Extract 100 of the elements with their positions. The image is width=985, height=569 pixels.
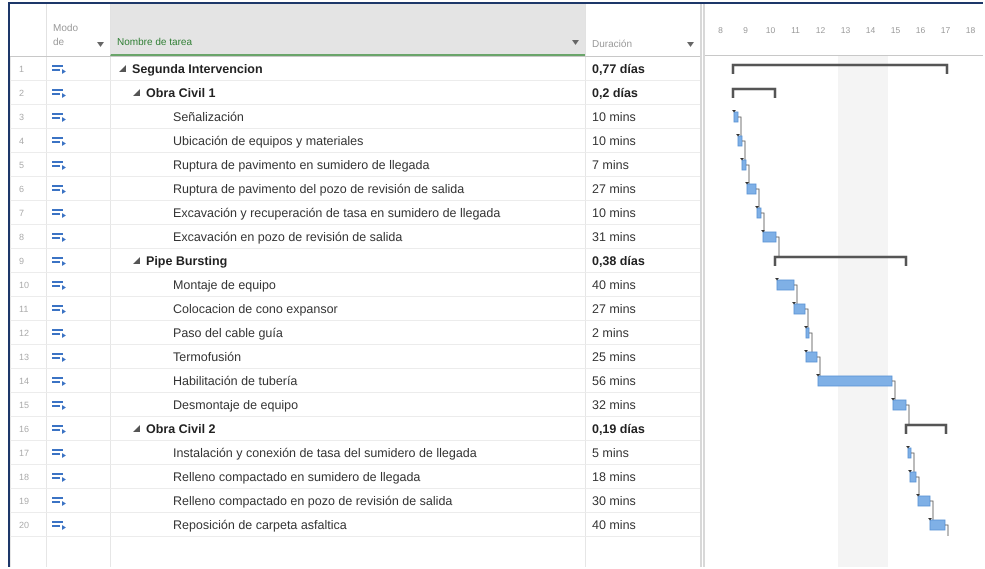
duration-cell: 7 mins [585,153,700,177]
row-number: 10 [10,273,46,297]
task-mode-icon [52,424,67,434]
dropdown-icon[interactable] [97,42,104,47]
row-number: 8 [10,225,46,249]
task-name: Habilitación de tubería [173,374,298,388]
task-name: Relleno compactado en sumidero de llegada [173,470,420,484]
duration-cell: 0,2 días [585,81,700,105]
duration-cell: 40 mins [585,513,700,537]
task-mode-icon [52,184,67,194]
task-mode-icon [52,280,67,290]
collapse-icon[interactable] [133,257,140,264]
task-mode-icon [52,328,67,338]
task-name: Segunda Intervencion [132,62,263,76]
row-number: 12 [10,321,46,345]
task-mode-icon [52,64,67,74]
task-name: Instalación y conexión de tasa del sumidero de llegada [173,446,477,460]
task-name: Reposición de carpeta asfaltica [173,518,347,532]
column-header[interactable]: Duración [585,4,700,56]
row-number: 1 [10,57,46,81]
row-number: 2 [10,81,46,105]
duration-cell: 5 mins [585,441,700,465]
task-mode-icon [52,256,67,266]
duration-cell: 0,38 días [585,249,700,273]
duration-cell: 10 mins [585,129,700,153]
task-mode-icon [52,496,67,506]
task-name: Excavación en pozo de revisión de salida [173,230,402,244]
row-number: 11 [10,297,46,321]
task-name: Ruptura de pavimento del pozo de revisión de salida [173,182,464,196]
duration-cell: 0,77 días [585,57,700,81]
task-mode-icon [52,352,67,362]
row-number: 16 [10,417,46,441]
row-number: 15 [10,393,46,417]
hour-label: 17 [940,24,952,34]
task-mode-icon [52,136,67,146]
row-number: 9 [10,249,46,273]
task-name: Termofusión [173,350,242,364]
dropdown-icon[interactable] [572,40,579,45]
task-name: Ruptura de pavimento en sumidero de llegada [173,158,430,172]
task-name: Colocacion de cono expansor [173,302,338,316]
task-name: Montaje de equipo [173,278,276,292]
hour-label: 12 [814,24,826,34]
collapse-icon[interactable] [133,89,140,96]
task-name: Señalización [173,110,244,124]
task-name: Ubicación de equipos y materiales [173,134,364,148]
row-number: 6 [10,177,46,201]
task-name: Paso del cable guía [173,326,283,340]
duration-cell: 18 mins [585,465,700,489]
duration-cell: 10 mins [585,105,700,129]
task-mode-icon [52,472,67,482]
task-mode-icon [52,304,67,314]
row-number: 18 [10,465,46,489]
column-header[interactable]: Nombre de tarea [110,4,585,56]
hour-label: 11 [790,24,801,34]
task-name: Obra Civil 1 [146,86,216,100]
hour-label: 10 [764,24,776,34]
duration-cell: 56 mins [585,369,700,393]
hour-label: 18 [964,24,976,34]
task-mode-icon [52,520,67,530]
task-mode-icon [52,160,67,170]
dropdown-icon[interactable] [687,42,694,47]
row-number: 3 [10,105,46,129]
row-number: 14 [10,369,46,393]
task-name: Relleno compactado en pozo de revisión de salida [173,494,452,508]
row-number: 17 [10,441,46,465]
hour-label: 13 [840,24,852,34]
task-name: Excavación y recuperación de tasa en sumidero de llegada [173,206,500,220]
task-name: Desmontaje de equipo [173,398,298,412]
task-mode-icon [52,88,67,98]
duration-cell: 40 mins [585,273,700,297]
duration-cell: 31 mins [585,225,700,249]
hour-label: 9 [742,24,749,34]
task-name: Obra Civil 2 [146,422,216,436]
task-name: Pipe Bursting [146,254,228,268]
task-mode-icon [52,400,67,410]
task-mode-icon [52,448,67,458]
duration-cell: 25 mins [585,345,700,369]
task-mode-icon [52,112,67,122]
row-number: 7 [10,201,46,225]
hour-label: 16 [914,24,926,34]
row-number: 13 [10,345,46,369]
collapse-icon[interactable] [119,65,126,72]
duration-cell: 30 mins [585,489,700,513]
duration-cell: 0,19 días [585,417,700,441]
duration-cell: 32 mins [585,393,700,417]
hour-label: 8 [717,24,724,34]
task-mode-icon [52,232,67,242]
row-number: 19 [10,489,46,513]
hour-label: 15 [890,24,902,34]
row-number: 20 [10,513,46,537]
row-number: 4 [10,129,46,153]
duration-cell: 2 mins [585,321,700,345]
task-mode-icon [52,208,67,218]
duration-cell: 27 mins [585,297,700,321]
duration-cell: 27 mins [585,177,700,201]
task-mode-icon [52,376,67,386]
hour-label: 14 [864,24,876,34]
duration-cell: 10 mins [585,201,700,225]
row-number: 5 [10,153,46,177]
collapse-icon[interactable] [133,425,140,432]
